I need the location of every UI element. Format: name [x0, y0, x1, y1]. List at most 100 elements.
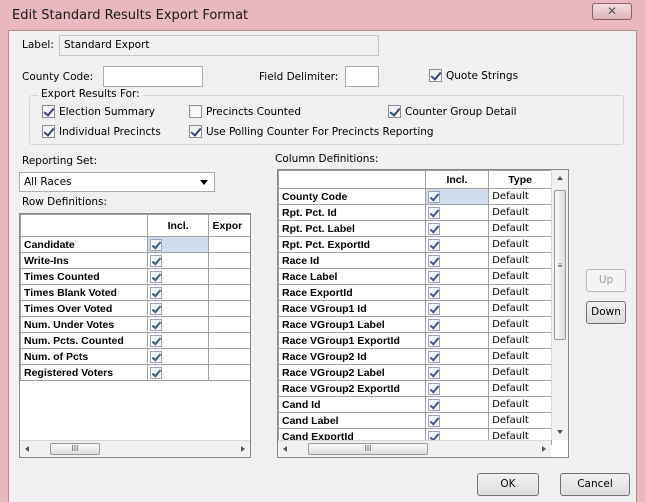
down-button[interactable]: Down: [586, 301, 626, 324]
table-row[interactable]: Times Counted: [20, 268, 250, 285]
column-type-cell[interactable]: Default: [488, 268, 552, 285]
column-incl-checkbox[interactable]: [427, 334, 440, 347]
column-type-cell[interactable]: Default: [488, 396, 552, 413]
column-incl-cell[interactable]: [424, 300, 490, 317]
table-row[interactable]: Rpt. Pct. ExportId Default: [278, 236, 552, 253]
column-definitions-vscrollbar[interactable]: ≡: [551, 170, 568, 440]
column-incl-cell[interactable]: [424, 364, 490, 381]
row-incl-cell[interactable]: [146, 284, 210, 301]
scroll-right-icon[interactable]: [241, 446, 245, 452]
row-incl-cell[interactable]: [146, 332, 210, 349]
table-row[interactable]: Race VGroup1 Label Default: [278, 316, 552, 333]
row-definitions-hscrollbar[interactable]: III: [20, 440, 250, 457]
table-row[interactable]: Registered Voters: [20, 364, 250, 381]
table-row[interactable]: Race Label Default: [278, 268, 552, 285]
table-row[interactable]: Race VGroup2 Id Default: [278, 348, 552, 365]
column-type-cell[interactable]: Default: [488, 188, 552, 205]
column-incl-checkbox[interactable]: [427, 382, 440, 395]
table-row[interactable]: Num. Under Votes: [20, 316, 250, 333]
column-incl-checkbox[interactable]: [427, 254, 440, 267]
scroll-thumb[interactable]: III: [308, 443, 428, 455]
row-export-cell[interactable]: [208, 236, 250, 253]
column-incl-cell[interactable]: [424, 268, 490, 285]
row-col-header-export[interactable]: Expor: [208, 214, 250, 237]
ok-button[interactable]: OK: [477, 473, 539, 496]
column-type-cell[interactable]: Default: [488, 332, 552, 349]
precincts-counted-checkbox[interactable]: [189, 105, 202, 118]
table-row[interactable]: Candidate: [20, 236, 250, 253]
row-export-cell[interactable]: [208, 364, 250, 381]
column-incl-cell[interactable]: [424, 348, 490, 365]
column-incl-checkbox[interactable]: [427, 302, 440, 315]
row-export-cell[interactable]: [208, 348, 250, 365]
table-row[interactable]: Race VGroup1 ExportId Default: [278, 332, 552, 349]
row-incl-cell[interactable]: [146, 364, 210, 381]
scroll-down-icon[interactable]: [557, 430, 563, 434]
column-incl-checkbox[interactable]: [427, 398, 440, 411]
col-col-header-incl[interactable]: Incl.: [424, 170, 490, 189]
column-incl-checkbox[interactable]: [427, 318, 440, 331]
row-incl-cell[interactable]: [146, 236, 210, 253]
row-export-cell[interactable]: [208, 252, 250, 269]
col-col-header-type[interactable]: Type: [488, 170, 552, 189]
column-definitions-hscrollbar[interactable]: III: [278, 440, 551, 457]
quote-strings-checkbox[interactable]: [429, 69, 442, 82]
column-type-cell[interactable]: Default: [488, 252, 552, 269]
column-type-cell[interactable]: Default: [488, 348, 552, 365]
column-type-cell[interactable]: Default: [488, 300, 552, 317]
row-col-header-incl[interactable]: Incl.: [146, 214, 210, 237]
up-button[interactable]: Up: [586, 269, 626, 292]
table-row[interactable]: Race VGroup2 Label Default: [278, 364, 552, 381]
table-row[interactable]: Race Id Default: [278, 252, 552, 269]
table-row[interactable]: Rpt. Pct. Id Default: [278, 204, 552, 221]
scroll-thumb[interactable]: III: [50, 443, 100, 455]
column-incl-cell[interactable]: [424, 396, 490, 413]
column-incl-checkbox[interactable]: [427, 270, 440, 283]
column-incl-cell[interactable]: [424, 188, 490, 205]
row-export-cell[interactable]: [208, 316, 250, 333]
row-incl-checkbox[interactable]: [149, 238, 162, 251]
column-type-cell[interactable]: Default: [488, 236, 552, 253]
column-incl-cell[interactable]: [424, 380, 490, 397]
row-incl-checkbox[interactable]: [149, 270, 162, 283]
column-incl-cell[interactable]: [424, 252, 490, 269]
row-incl-checkbox[interactable]: [149, 254, 162, 267]
column-incl-checkbox[interactable]: [427, 206, 440, 219]
polling-counter-checkbox[interactable]: [189, 125, 202, 138]
column-incl-cell[interactable]: [424, 284, 490, 301]
column-incl-cell[interactable]: [424, 220, 490, 237]
cancel-button[interactable]: Cancel: [560, 473, 630, 496]
column-type-cell[interactable]: Default: [488, 316, 552, 333]
reporting-set-select[interactable]: All Races: [19, 172, 215, 192]
scroll-right-icon[interactable]: [542, 446, 546, 452]
scroll-left-icon[interactable]: [283, 446, 287, 452]
table-row[interactable]: Times Over Voted: [20, 300, 250, 317]
scroll-left-icon[interactable]: [25, 446, 29, 452]
row-incl-cell[interactable]: [146, 348, 210, 365]
column-type-cell[interactable]: Default: [488, 412, 552, 429]
row-export-cell[interactable]: [208, 300, 250, 317]
column-incl-checkbox[interactable]: [427, 238, 440, 251]
column-incl-checkbox[interactable]: [427, 366, 440, 379]
row-incl-cell[interactable]: [146, 268, 210, 285]
table-row[interactable]: Cand Label Default: [278, 412, 552, 429]
table-row[interactable]: Write-Ins: [20, 252, 250, 269]
table-row[interactable]: Times Blank Voted: [20, 284, 250, 301]
row-incl-cell[interactable]: [146, 316, 210, 333]
column-type-cell[interactable]: Default: [488, 204, 552, 221]
table-row[interactable]: Race VGroup1 Id Default: [278, 300, 552, 317]
table-row[interactable]: Race ExportId Default: [278, 284, 552, 301]
column-incl-cell[interactable]: [424, 412, 490, 429]
row-export-cell[interactable]: [208, 284, 250, 301]
table-row[interactable]: Cand Id Default: [278, 396, 552, 413]
table-row[interactable]: Num. Pcts. Counted: [20, 332, 250, 349]
table-row[interactable]: Rpt. Pct. Label Default: [278, 220, 552, 237]
column-type-cell[interactable]: Default: [488, 380, 552, 397]
row-incl-checkbox[interactable]: [149, 286, 162, 299]
column-type-cell[interactable]: Default: [488, 284, 552, 301]
scroll-up-icon[interactable]: [557, 176, 563, 180]
row-export-cell[interactable]: [208, 332, 250, 349]
row-incl-checkbox[interactable]: [149, 302, 162, 315]
column-type-cell[interactable]: Default: [488, 364, 552, 381]
row-incl-checkbox[interactable]: [149, 350, 162, 363]
